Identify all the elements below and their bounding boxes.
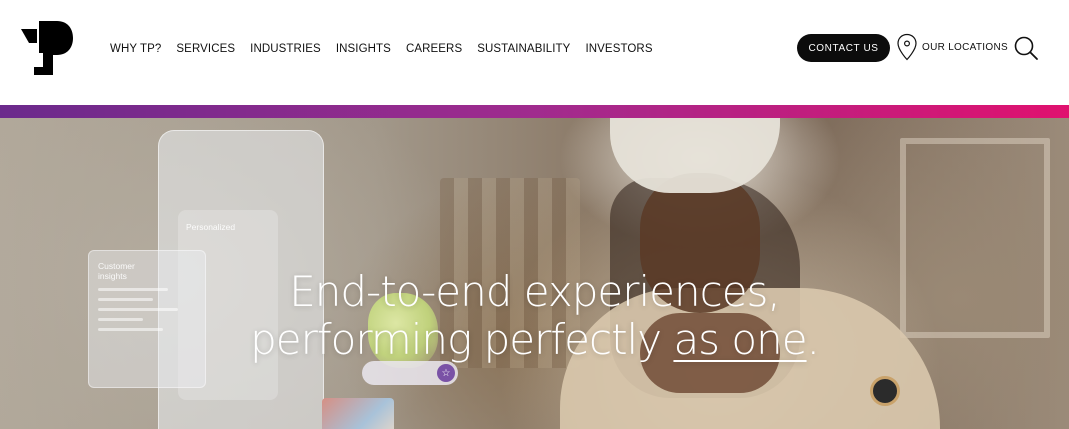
- hero-banner: Personalized Customer insights ☆ End-to-…: [0, 118, 1069, 429]
- thumbnail-image: [322, 398, 394, 429]
- panel-main-title: Personalized: [186, 222, 236, 232]
- nav-investors[interactable]: INVESTORS: [585, 43, 652, 55]
- headline-accent-link: as one: [673, 315, 807, 364]
- nav-insights[interactable]: INSIGHTS: [336, 43, 391, 55]
- contact-us-button[interactable]: CONTACT US: [797, 34, 890, 62]
- person-beanie: [610, 118, 780, 193]
- nav-careers[interactable]: CAREERS: [406, 43, 462, 55]
- headline-line-2: performing perfectly as one.: [0, 316, 1069, 364]
- product-chip: ☆: [362, 361, 458, 385]
- hero-headline: End-to-end experiences, performing perfe…: [0, 268, 1069, 364]
- nav-sustainability[interactable]: SUSTAINABILITY: [477, 43, 570, 55]
- nav-why-tp[interactable]: WHY TP?: [110, 43, 161, 55]
- tp-logo[interactable]: [21, 21, 73, 75]
- star-icon: ☆: [437, 364, 455, 382]
- search-icon[interactable]: [1013, 35, 1039, 61]
- nav-services[interactable]: SERVICES: [176, 43, 235, 55]
- headline-line-2-suffix: .: [806, 315, 820, 364]
- map-pin-icon: [897, 33, 917, 61]
- our-locations-link[interactable]: OUR LOCATIONS: [896, 33, 1008, 61]
- wristwatch: [870, 376, 900, 406]
- headline-line-1: End-to-end experiences,: [289, 267, 781, 316]
- headline-line-2-prefix: performing perfectly: [250, 315, 674, 364]
- site-header: WHY TP? SERVICES INDUSTRIES INSIGHTS CAR…: [0, 0, 1069, 105]
- nav-industries[interactable]: INDUSTRIES: [250, 43, 321, 55]
- main-nav: WHY TP? SERVICES INDUSTRIES INSIGHTS CAR…: [110, 43, 668, 55]
- brand-gradient-bar: [0, 105, 1069, 118]
- our-locations-label: OUR LOCATIONS: [922, 41, 1008, 53]
